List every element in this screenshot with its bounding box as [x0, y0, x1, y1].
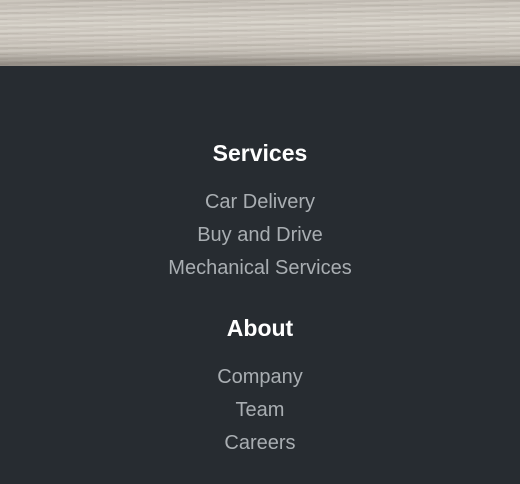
list-item: Car Delivery: [0, 186, 520, 219]
about-heading: About: [226, 315, 294, 341]
list-item: Buy and Drive: [0, 219, 520, 252]
site-footer: Services Car Delivery Buy and Drive Mech…: [0, 66, 520, 484]
company-link[interactable]: Company: [217, 366, 303, 388]
list-item: Careers: [0, 427, 520, 460]
services-link-list: Car Delivery Buy and Drive Mechanical Se…: [0, 186, 520, 285]
car-delivery-link[interactable]: Car Delivery: [205, 191, 315, 213]
buy-and-drive-link[interactable]: Buy and Drive: [197, 224, 323, 246]
careers-link[interactable]: Careers: [224, 432, 295, 454]
list-item: Team: [0, 394, 520, 427]
team-link[interactable]: Team: [236, 399, 285, 421]
mechanical-services-link[interactable]: Mechanical Services: [168, 257, 351, 279]
list-item: Mechanical Services: [0, 252, 520, 285]
hero-image-strip: [0, 0, 520, 66]
services-heading: Services: [212, 140, 308, 166]
list-item: Company: [0, 361, 520, 394]
about-link-list: Company Team Careers: [0, 361, 520, 460]
